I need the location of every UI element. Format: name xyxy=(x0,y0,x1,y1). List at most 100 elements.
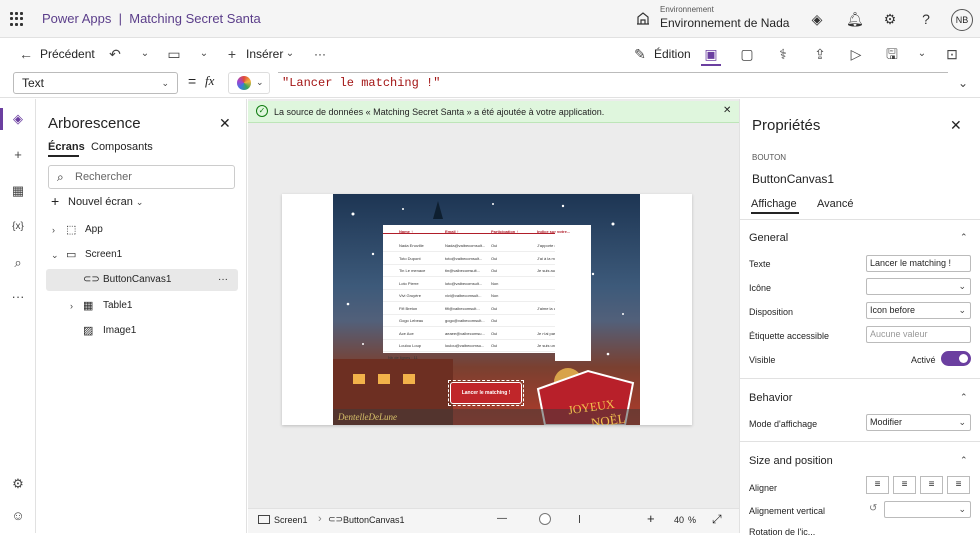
chevron-down-icon: ⌄ xyxy=(135,197,144,207)
insert-button[interactable]: Insérer xyxy=(246,44,283,64)
disposition-select[interactable]: Icon before ⌄ xyxy=(866,302,971,319)
table-cell: Oui xyxy=(491,243,498,248)
chevron-right-icon[interactable]: › xyxy=(52,219,55,241)
breadcrumb-screen[interactable]: Screen1 xyxy=(274,515,308,525)
undo-icon[interactable]: ↶ xyxy=(107,45,123,63)
settings-icon[interactable]: ⚙ xyxy=(9,475,27,493)
search-input[interactable]: Rechercher xyxy=(48,165,235,189)
align-right-icon[interactable]: ≡ xyxy=(920,476,943,494)
tree-item-image1[interactable]: ▨ Image1 xyxy=(46,320,238,342)
align-center-icon[interactable]: ≡ xyxy=(893,476,916,494)
chevron-up-icon[interactable]: ⌃ xyxy=(960,232,968,243)
column-header[interactable]: Email ↑ xyxy=(445,229,459,234)
tree-item-app[interactable]: › ⬚ App xyxy=(46,219,238,241)
valign-select[interactable]: ⌄ xyxy=(884,501,971,518)
gear-icon[interactable]: ⚙ xyxy=(882,11,898,27)
zoom-slider-thumb[interactable] xyxy=(539,513,551,525)
breadcrumb-control[interactable]: ButtonCanvas1 xyxy=(343,515,405,525)
section-behavior[interactable]: Behavior xyxy=(749,392,792,404)
back-button[interactable]: Précédent xyxy=(40,44,95,64)
tab-display[interactable]: Affichage xyxy=(751,198,797,210)
close-icon[interactable]: ✕ xyxy=(950,117,962,134)
fit-screen-icon[interactable]: ⤢ xyxy=(712,512,722,527)
more-icon[interactable]: ··· xyxy=(9,288,27,306)
item-more-button[interactable]: ··· xyxy=(218,269,228,291)
health-icon[interactable]: ⚕ xyxy=(775,45,791,63)
align-left-icon[interactable]: ≡ xyxy=(866,476,889,494)
zoom-out-button[interactable]: — xyxy=(497,513,507,524)
search-icon[interactable]: ⌕ xyxy=(9,254,27,272)
avatar[interactable]: NB xyxy=(951,9,973,31)
mode-select[interactable]: Modifier ⌄ xyxy=(866,414,971,431)
icone-select[interactable]: ⌄ xyxy=(866,278,971,295)
publish-icon[interactable]: ⊡ xyxy=(944,45,960,63)
account-icon[interactable]: ☺ xyxy=(9,507,27,525)
zoom-in-button[interactable]: + xyxy=(647,511,655,526)
selection-outline xyxy=(448,380,524,406)
table-cell: Non xyxy=(491,293,499,298)
pencil-icon[interactable]: ✎ xyxy=(632,45,648,63)
chevron-down-icon[interactable]: ⌄ xyxy=(282,45,298,63)
chevron-down-icon[interactable]: ⌄ xyxy=(137,45,153,63)
table-cell: Oui xyxy=(491,330,498,336)
table-cell: Loulou Loup xyxy=(399,343,422,348)
column-header[interactable]: Name ↑ xyxy=(399,229,413,234)
reset-icon[interactable]: ↺ xyxy=(869,503,877,514)
chevron-down-icon[interactable]: ⌄ xyxy=(914,45,930,63)
bell-icon[interactable]: 🔔︎ xyxy=(846,11,864,27)
tree-item-table1[interactable]: › ▦ Table1 xyxy=(46,295,238,317)
tree-item-screen1[interactable]: ⌄ ▭ Screen1 xyxy=(46,244,238,266)
share-icon[interactable]: ⇪ xyxy=(812,45,828,63)
plus-icon[interactable]: + xyxy=(51,193,59,209)
chevron-up-icon[interactable]: ⌃ xyxy=(960,392,968,403)
close-icon[interactable]: ✕ xyxy=(219,115,231,132)
chevron-up-icon[interactable]: ⌃ xyxy=(960,455,968,466)
data-table[interactable]: Name ↑ Email ↑ Participation ↑ Indice su… xyxy=(383,225,591,361)
copilot-icon[interactable]: ◈ xyxy=(809,11,825,27)
table-cell: Gogo Lebeau xyxy=(399,318,424,323)
app-checker-icon[interactable]: ▣ xyxy=(703,45,719,63)
variables-icon[interactable]: {x} xyxy=(9,218,27,236)
formula-input[interactable]: "Lancer le matching !" xyxy=(278,72,948,94)
chevron-right-icon[interactable]: › xyxy=(70,295,73,317)
save-icon[interactable]: 🖫︎ xyxy=(884,45,900,63)
plus-icon[interactable]: + xyxy=(224,45,240,63)
tree-item-label: Table1 xyxy=(103,300,133,311)
insert-plus-icon[interactable]: + xyxy=(9,146,27,164)
texte-input[interactable]: Lancer le matching ! xyxy=(866,255,971,272)
expand-chevron-icon[interactable]: ⌄ xyxy=(958,76,968,90)
chevron-down-icon[interactable]: ⌄ xyxy=(51,244,59,266)
property-select[interactable]: Text ⌄ xyxy=(13,72,178,94)
copilot-formula-button[interactable]: ⌄ xyxy=(228,72,270,94)
tab-components[interactable]: Composants xyxy=(91,141,153,153)
column-header[interactable]: Participation ↑ xyxy=(491,229,518,234)
table-cell: Nada Enoville xyxy=(399,243,424,248)
chevron-down-icon: ⌄ xyxy=(256,77,264,87)
chevron-down-icon[interactable]: ⌄ xyxy=(196,45,212,63)
control-name[interactable]: ButtonCanvas1 xyxy=(752,172,834,186)
visible-toggle[interactable] xyxy=(941,351,971,366)
layers-icon[interactable]: ◈ xyxy=(9,110,27,128)
section-general[interactable]: General xyxy=(749,232,788,244)
help-icon[interactable]: ? xyxy=(918,11,934,27)
app-launcher-icon[interactable] xyxy=(10,12,24,26)
comment-icon[interactable]: ▢ xyxy=(739,45,755,63)
more-button[interactable]: ··· xyxy=(314,44,326,64)
project-name[interactable]: Matching Secret Santa xyxy=(129,11,261,26)
tab-screens[interactable]: Écrans xyxy=(48,141,85,153)
new-screen-button[interactable]: Nouvel écran ⌄ xyxy=(68,196,143,208)
image-icon: ▨ xyxy=(83,325,94,337)
tree-item-buttoncanvas1[interactable]: ⊂⊃ ButtonCanvas1 ··· xyxy=(46,269,238,291)
etiquette-input[interactable]: Aucune valeur xyxy=(866,326,971,343)
data-icon[interactable]: ▦ xyxy=(9,182,27,200)
align-justify-icon[interactable]: ≡ xyxy=(947,476,970,494)
section-size-position[interactable]: Size and position xyxy=(749,455,833,467)
environment-name[interactable]: Environnement de Nada xyxy=(660,16,789,30)
align-label: Aligner xyxy=(749,483,778,493)
play-icon[interactable]: ▷ xyxy=(848,45,864,63)
edit-button[interactable]: Édition xyxy=(654,44,691,64)
tab-advanced[interactable]: Avancé xyxy=(817,198,854,210)
back-arrow-icon[interactable]: ← xyxy=(18,45,34,63)
paste-icon[interactable]: ▭ xyxy=(166,45,182,63)
close-banner-icon[interactable]: ✕ xyxy=(723,105,731,116)
